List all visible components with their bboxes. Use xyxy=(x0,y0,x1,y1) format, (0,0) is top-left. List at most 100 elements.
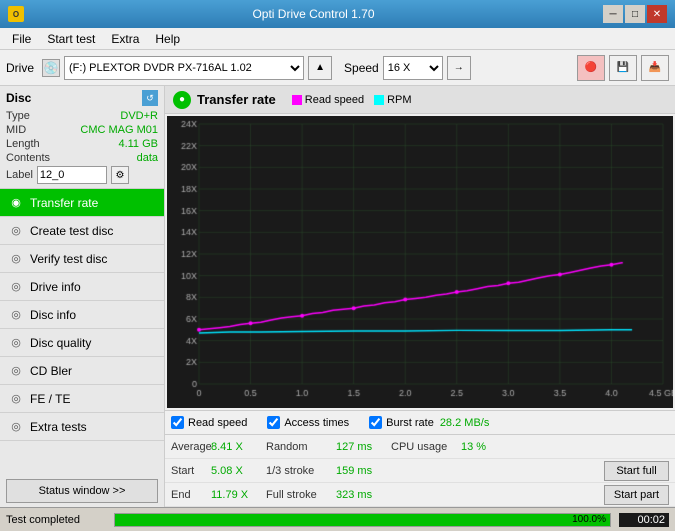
drive-select[interactable]: (F:) PLEXTOR DVDR PX-716AL 1.02 xyxy=(64,56,304,80)
stats-area: Average 8.41 X Random 127 ms CPU usage 1… xyxy=(165,434,675,507)
chart-legend: Read speed RPM xyxy=(292,94,412,106)
save-button[interactable]: 📥 xyxy=(641,55,669,81)
speed-icon-btn[interactable]: → xyxy=(447,56,471,80)
end-label: End xyxy=(171,489,211,501)
average-value: 8.41 X xyxy=(211,441,266,453)
graph-container xyxy=(167,116,673,408)
legend-rpm: RPM xyxy=(374,94,411,106)
speed-label: Speed xyxy=(344,61,379,75)
third-stroke-label: 1/3 stroke xyxy=(266,465,336,477)
nav-item-verify-test-disc[interactable]: ◎ Verify test disc xyxy=(0,245,164,273)
verify-test-disc-icon: ◎ xyxy=(8,251,24,267)
menu-start-test[interactable]: Start test xyxy=(39,30,103,48)
cd-bler-icon: ◎ xyxy=(8,363,24,379)
disc-length-value: 4.11 GB xyxy=(118,138,158,150)
cpu-value: 13 % xyxy=(461,441,501,453)
disc-type-label: Type xyxy=(6,110,30,122)
disc-label-input[interactable] xyxy=(37,166,107,184)
chart-header: ● Transfer rate Read speed RPM xyxy=(165,86,675,114)
third-stroke-value: 159 ms xyxy=(336,465,391,477)
nav-label-disc-quality: Disc quality xyxy=(30,336,91,350)
disc-label-icon[interactable]: ⚙ xyxy=(111,166,129,184)
status-window-button[interactable]: Status window >> xyxy=(6,479,158,503)
random-value: 127 ms xyxy=(336,441,391,453)
nav-item-cd-bler[interactable]: ◎ CD Bler xyxy=(0,357,164,385)
transfer-rate-icon: ◉ xyxy=(8,195,24,211)
nav-item-fe-te[interactable]: ◎ FE / TE xyxy=(0,385,164,413)
title-bar: O Opti Drive Control 1.70 ─ □ ✕ xyxy=(0,0,675,28)
eject-button[interactable]: ▲ xyxy=(308,56,332,80)
disc-mid-label: MID xyxy=(6,124,26,136)
access-times-check-label: Access times xyxy=(284,417,349,429)
random-label: Random xyxy=(266,441,336,453)
chart-title-icon: ● xyxy=(173,91,191,109)
nav-item-disc-quality[interactable]: ◎ Disc quality xyxy=(0,329,164,357)
progress-bar-fill xyxy=(115,514,610,526)
average-label: Average xyxy=(171,441,211,453)
fe-te-icon: ◎ xyxy=(8,391,24,407)
nav-label-disc-info: Disc info xyxy=(30,308,76,322)
read-speed-label: Read speed xyxy=(305,94,364,106)
start-label: Start xyxy=(171,465,211,477)
chart-title: Transfer rate xyxy=(197,92,276,107)
disc-contents-value: data xyxy=(137,152,158,164)
nav-items: ◉ Transfer rate ◎ Create test disc ◎ Ver… xyxy=(0,189,164,441)
menu-extra[interactable]: Extra xyxy=(103,30,147,48)
app-icon: O xyxy=(8,6,24,22)
close-button[interactable]: ✕ xyxy=(647,5,667,23)
drive-label: Drive xyxy=(6,61,34,75)
full-stroke-label: Full stroke xyxy=(266,489,336,501)
chart-area: ● Transfer rate Read speed RPM Read spe xyxy=(165,86,675,507)
disc-info-icon: ◎ xyxy=(8,307,24,323)
disc-panel: Disc ↺ Type DVD+R MID CMC MAG M01 Length… xyxy=(0,86,164,189)
drive-info-icon: ◎ xyxy=(8,279,24,295)
read-speed-checkbox[interactable] xyxy=(171,416,184,429)
nav-item-disc-info[interactable]: ◎ Disc info xyxy=(0,301,164,329)
access-times-checkbox[interactable] xyxy=(267,416,280,429)
read-speed-check-label: Read speed xyxy=(188,417,247,429)
speed-select[interactable]: 16 X xyxy=(383,56,443,80)
checkbox-burst-rate: Burst rate 28.2 MB/s xyxy=(369,416,489,429)
erase-button[interactable]: 🔴 xyxy=(577,55,605,81)
start-value: 5.08 X xyxy=(211,465,266,477)
legend-read-speed: Read speed xyxy=(292,94,364,106)
burst-rate-checkbox[interactable] xyxy=(369,416,382,429)
sidebar: Disc ↺ Type DVD+R MID CMC MAG M01 Length… xyxy=(0,86,165,507)
media-button[interactable]: 💾 xyxy=(609,55,637,81)
menu-file[interactable]: File xyxy=(4,30,39,48)
chart-canvas xyxy=(167,116,673,408)
extra-tests-icon: ◎ xyxy=(8,419,24,435)
start-part-button[interactable]: Start part xyxy=(604,485,669,505)
nav-label-extra-tests: Extra tests xyxy=(30,420,87,434)
nav-item-create-test-disc[interactable]: ◎ Create test disc xyxy=(0,217,164,245)
nav-item-drive-info[interactable]: ◎ Drive info xyxy=(0,273,164,301)
menu-help[interactable]: Help xyxy=(147,30,188,48)
nav-label-fe-te: FE / TE xyxy=(30,392,70,406)
nav-item-extra-tests[interactable]: ◎ Extra tests xyxy=(0,413,164,441)
disc-contents-label: Contents xyxy=(6,152,50,164)
disc-quality-icon: ◎ xyxy=(8,335,24,351)
burst-rate-check-label: Burst rate xyxy=(386,417,434,429)
disc-mid-value: CMC MAG M01 xyxy=(80,124,158,136)
maximize-button[interactable]: □ xyxy=(625,5,645,23)
progress-bar-container: 100.0% xyxy=(114,513,611,527)
checkbox-row: Read speed Access times Burst rate 28.2 … xyxy=(165,410,675,434)
disc-refresh-button[interactable]: ↺ xyxy=(142,90,158,106)
cpu-label: CPU usage xyxy=(391,441,461,453)
checkbox-access-times: Access times xyxy=(267,416,349,429)
burst-rate-value: 28.2 MB/s xyxy=(440,417,490,429)
status-bar: Test completed 100.0% 00:02 xyxy=(0,507,675,531)
status-text: Test completed xyxy=(6,514,106,526)
full-stroke-value: 323 ms xyxy=(336,489,391,501)
progress-label: 100.0% xyxy=(572,514,606,526)
start-full-button[interactable]: Start full xyxy=(604,461,669,481)
nav-item-transfer-rate[interactable]: ◉ Transfer rate xyxy=(0,189,164,217)
nav-label-create-test-disc: Create test disc xyxy=(30,224,113,238)
create-test-disc-icon: ◎ xyxy=(8,223,24,239)
disc-title: Disc xyxy=(6,91,31,105)
rpm-label: RPM xyxy=(387,94,411,106)
minimize-button[interactable]: ─ xyxy=(603,5,623,23)
window-controls: ─ □ ✕ xyxy=(603,5,667,23)
disc-type-value: DVD+R xyxy=(120,110,158,122)
stats-row-average: Average 8.41 X Random 127 ms CPU usage 1… xyxy=(165,435,675,459)
